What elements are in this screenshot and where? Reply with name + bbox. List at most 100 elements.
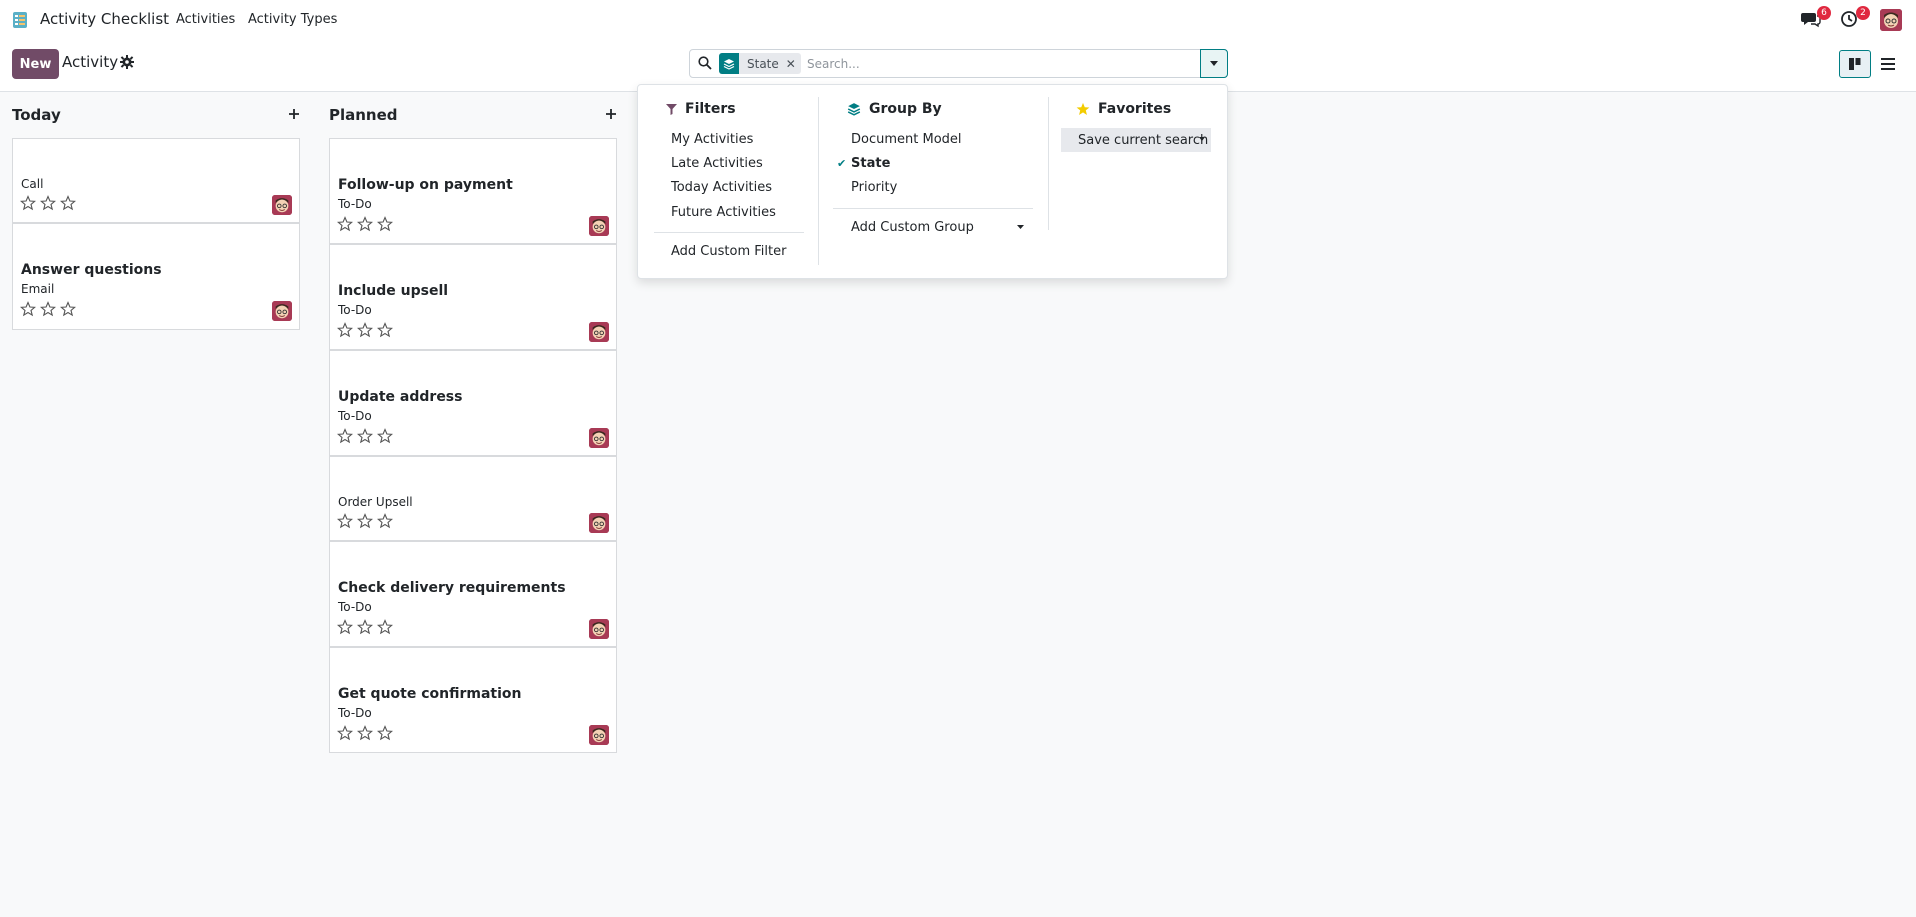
star-icon[interactable] xyxy=(337,513,353,529)
priority-stars[interactable] xyxy=(337,513,393,529)
list-view-button[interactable] xyxy=(1872,50,1904,78)
star-icon[interactable] xyxy=(357,322,373,338)
priority-stars[interactable] xyxy=(20,195,76,211)
star-icon[interactable] xyxy=(337,428,353,444)
priority-stars[interactable] xyxy=(337,216,393,232)
filters-title: Filters xyxy=(685,101,736,117)
star-icon[interactable] xyxy=(40,195,56,211)
filter-late-activities[interactable]: Late Activities xyxy=(671,156,763,171)
kanban-card[interactable]: Update address To-Do xyxy=(329,350,617,456)
plus-icon[interactable] xyxy=(288,108,300,120)
priority-stars[interactable] xyxy=(337,725,393,741)
add-custom-group[interactable]: Add Custom Group xyxy=(851,220,974,235)
assignee-avatar[interactable] xyxy=(589,428,609,448)
column-title: Today xyxy=(12,106,61,124)
kanban-card[interactable]: Order Upsell xyxy=(329,456,617,541)
messages-button[interactable]: 6 xyxy=(1801,6,1831,32)
card-subtitle: Call xyxy=(21,177,44,191)
assignee-avatar-icon xyxy=(589,428,609,448)
activities-button[interactable]: 2 xyxy=(1840,6,1870,32)
app-title[interactable]: Activity Checklist xyxy=(40,10,169,28)
star-icon[interactable] xyxy=(357,428,373,444)
nav-activities[interactable]: Activities xyxy=(176,12,235,27)
caret-down-icon[interactable] xyxy=(1017,225,1024,230)
top-navbar: Activity Checklist Activities Activity T… xyxy=(0,0,1916,40)
card-title: Follow-up on payment xyxy=(338,177,513,193)
assignee-avatar[interactable] xyxy=(589,725,609,745)
user-avatar[interactable] xyxy=(1880,9,1902,31)
new-button[interactable]: New xyxy=(12,49,59,79)
group-by-priority[interactable]: Priority xyxy=(851,180,897,195)
gear-icon[interactable] xyxy=(120,55,134,69)
priority-stars[interactable] xyxy=(337,619,393,635)
star-icon[interactable] xyxy=(357,725,373,741)
save-current-search-button[interactable]: Save current search xyxy=(1061,128,1211,152)
priority-stars[interactable] xyxy=(337,428,393,444)
star-icon[interactable] xyxy=(377,216,393,232)
star-icon[interactable] xyxy=(40,301,56,317)
facet-label: State xyxy=(747,56,779,71)
star-icon[interactable] xyxy=(377,513,393,529)
kanban-view-button[interactable] xyxy=(1839,50,1871,78)
kanban-card[interactable]: Check delivery requirements To-Do xyxy=(329,541,617,647)
star-icon[interactable] xyxy=(377,619,393,635)
star-icon[interactable] xyxy=(60,301,76,317)
search-options-toggle[interactable] xyxy=(1200,49,1228,78)
app-checklist-icon[interactable] xyxy=(12,11,28,29)
card-subtitle: To-Do xyxy=(338,197,372,211)
star-icon[interactable] xyxy=(377,725,393,741)
assignee-avatar-icon xyxy=(589,322,609,342)
kanban-card[interactable]: Follow-up on payment To-Do xyxy=(329,138,617,244)
assignee-avatar-icon xyxy=(589,619,609,639)
star-icon[interactable] xyxy=(20,301,36,317)
kanban-card[interactable]: Call xyxy=(12,138,300,223)
group-by-state-label: State xyxy=(851,156,891,171)
filter-my-activities[interactable]: My Activities xyxy=(671,132,753,147)
star-icon[interactable] xyxy=(337,725,353,741)
group-by-document-model[interactable]: Document Model xyxy=(851,132,962,147)
star-icon[interactable] xyxy=(337,216,353,232)
plus-icon[interactable] xyxy=(605,108,617,120)
assignee-avatar[interactable] xyxy=(589,619,609,639)
star-icon[interactable] xyxy=(357,513,373,529)
star-icon[interactable] xyxy=(357,619,373,635)
breadcrumb-title: Activity xyxy=(62,53,119,71)
assignee-avatar-icon xyxy=(272,301,292,321)
priority-stars[interactable] xyxy=(337,322,393,338)
star-icon[interactable] xyxy=(377,322,393,338)
layers-icon xyxy=(847,103,861,116)
card-subtitle: To-Do xyxy=(338,409,372,423)
assignee-avatar[interactable] xyxy=(272,195,292,215)
star-icon[interactable] xyxy=(20,195,36,211)
star-icon[interactable] xyxy=(377,428,393,444)
star-icon[interactable] xyxy=(357,216,373,232)
star-icon[interactable] xyxy=(337,322,353,338)
kanban-card[interactable]: Answer questions Email xyxy=(12,223,300,330)
assignee-avatar[interactable] xyxy=(589,513,609,533)
group-by-state[interactable]: ✔ State xyxy=(837,156,891,171)
star-icon[interactable] xyxy=(337,619,353,635)
assignee-avatar[interactable] xyxy=(589,322,609,342)
filter-today-activities[interactable]: Today Activities xyxy=(671,180,772,195)
star-icon[interactable] xyxy=(60,195,76,211)
filter-future-activities[interactable]: Future Activities xyxy=(671,205,776,220)
card-subtitle: Order Upsell xyxy=(338,495,413,509)
priority-stars[interactable] xyxy=(20,301,76,317)
filters-header: Filters xyxy=(666,101,736,117)
kanban-card[interactable]: Include upsell To-Do xyxy=(329,244,617,350)
assignee-avatar[interactable] xyxy=(589,216,609,236)
facet-remove-icon[interactable]: ✕ xyxy=(786,57,801,71)
card-title: Include upsell xyxy=(338,283,449,299)
add-custom-filter[interactable]: Add Custom Filter xyxy=(671,244,786,259)
star-icon xyxy=(1076,102,1090,115)
search-input[interactable] xyxy=(807,54,1097,74)
kanban-card[interactable]: Get quote confirmation To-Do xyxy=(329,647,617,753)
search-icon[interactable] xyxy=(698,56,712,70)
card-title: Get quote confirmation xyxy=(338,686,522,702)
card-subtitle: To-Do xyxy=(338,303,372,317)
assignee-avatar[interactable] xyxy=(272,301,292,321)
card-subtitle: To-Do xyxy=(338,600,372,614)
kanban-icon xyxy=(1849,58,1861,70)
nav-activity-types[interactable]: Activity Types xyxy=(248,12,337,27)
card-subtitle: To-Do xyxy=(338,706,372,720)
